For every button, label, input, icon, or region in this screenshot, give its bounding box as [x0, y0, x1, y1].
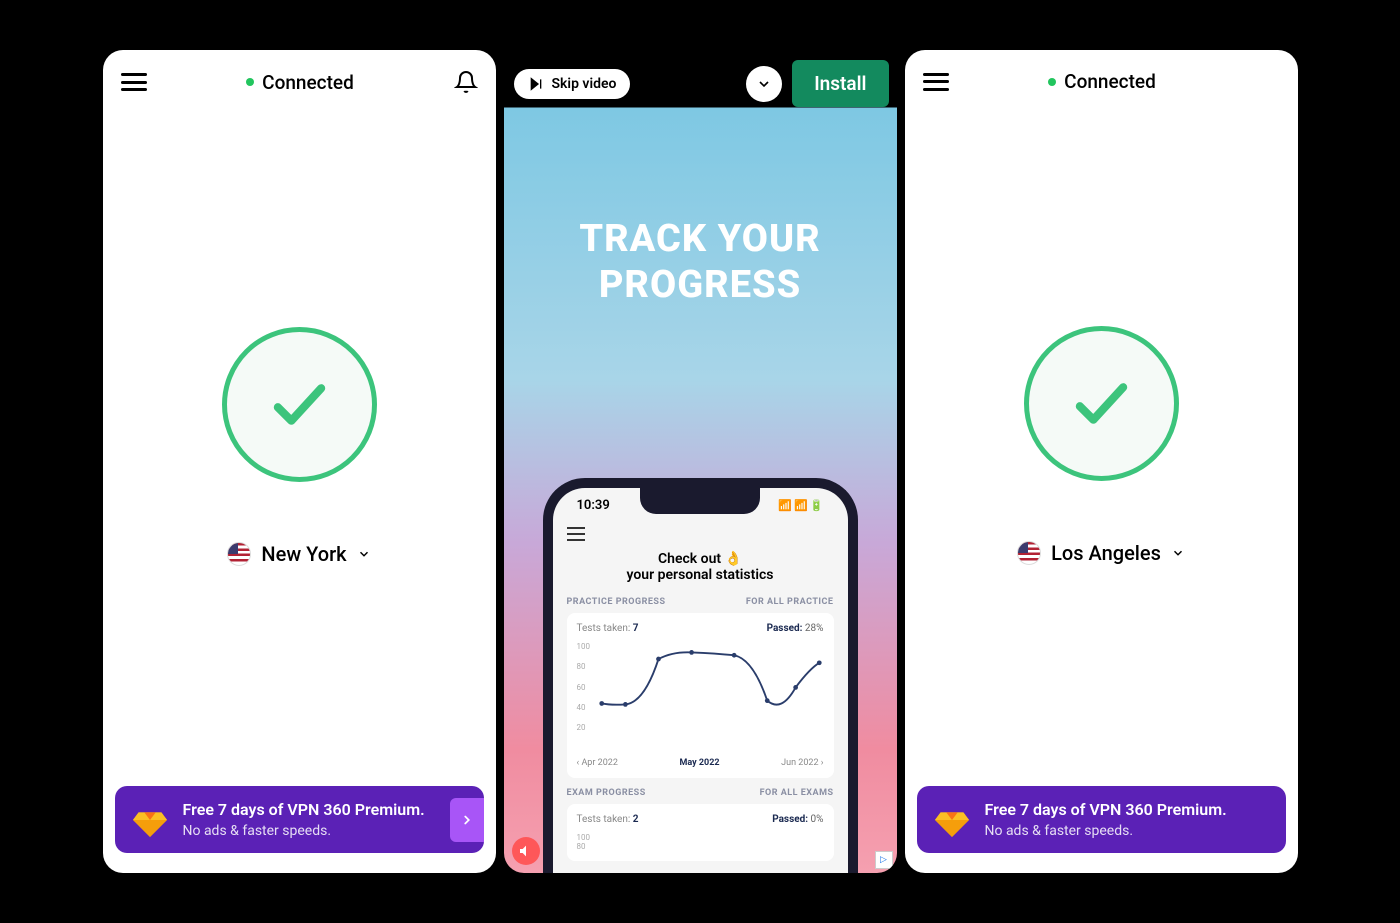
collapse-button[interactable]: [746, 66, 782, 102]
bell-icon[interactable]: [454, 70, 478, 94]
main-content: New York: [103, 106, 496, 786]
premium-banner[interactable]: Free 7 days of VPN 360 Premium. No ads &…: [917, 786, 1286, 853]
banner-arrow-button[interactable]: [450, 798, 484, 842]
phone-notch: [640, 488, 760, 514]
menu-icon[interactable]: [121, 73, 147, 91]
header: Connected: [905, 50, 1298, 105]
banner-text: Free 7 days of VPN 360 Premium. No ads &…: [183, 800, 468, 839]
banner-title: Free 7 days of VPN 360 Premium.: [183, 800, 468, 821]
month-prev[interactable]: ‹ Apr 2022: [577, 758, 618, 768]
practice-progress: PRACTICE PROGRESS FOR ALL PRACTICE Tests…: [567, 597, 834, 778]
exam-for: FOR ALL EXAMS: [760, 788, 834, 798]
month-next[interactable]: Jun 2022 ›: [781, 758, 823, 768]
diamond-icon: [131, 801, 169, 839]
phone-menu-icon: [567, 527, 585, 541]
connection-status: Connected: [1048, 70, 1156, 93]
location-selector[interactable]: New York: [227, 542, 370, 566]
main-content: Los Angeles: [905, 105, 1298, 786]
banner-subtitle: No ads & faster speeds.: [985, 823, 1270, 839]
us-flag-icon: [227, 542, 251, 566]
banner-title: Free 7 days of VPN 360 Premium.: [985, 800, 1270, 821]
header: Connected: [103, 50, 496, 106]
status-dot-icon: [1048, 78, 1056, 86]
banner-subtitle: No ads & faster speeds.: [183, 823, 468, 839]
skip-label: Skip video: [552, 76, 617, 92]
location-name: Los Angeles: [1051, 541, 1161, 565]
screen-vpn-la: Connected Los Angeles Free 7 days of VPN…: [905, 50, 1298, 873]
install-button[interactable]: Install: [792, 60, 888, 107]
diamond-icon: [933, 801, 971, 839]
ad-controls: Skip video Install: [504, 50, 897, 117]
practice-chart: 10080604020: [577, 642, 824, 752]
phone-mockup: 10:39 📶📶🔋 Check out 👌 your personal stat…: [504, 308, 897, 873]
exam-title: EXAM PROGRESS: [567, 788, 646, 798]
skip-icon: [528, 76, 544, 92]
menu-icon[interactable]: [923, 73, 949, 91]
location-name: New York: [261, 542, 346, 566]
chevron-down-icon: [1171, 546, 1185, 560]
status-dot-icon: [246, 78, 254, 86]
skip-video-button[interactable]: Skip video: [514, 69, 631, 99]
phone-time: 10:39: [577, 498, 610, 513]
exam-progress: EXAM PROGRESS FOR ALL EXAMS Tests taken:…: [567, 788, 834, 861]
ad-badge-icon[interactable]: ▷: [875, 851, 893, 869]
statusbar-icons: 📶📶🔋: [778, 499, 823, 512]
phone-heading: Check out 👌 your personal statistics: [567, 551, 834, 583]
screen-vpn-newyork: Connected New York Free 7 days of VPN 36…: [103, 50, 496, 873]
month-current: May 2022: [680, 758, 720, 768]
practice-for: FOR ALL PRACTICE: [746, 597, 834, 607]
sound-icon[interactable]: [512, 837, 540, 865]
month-nav: ‹ Apr 2022 May 2022 Jun 2022 ›: [577, 752, 824, 768]
screen-ad: Skip video Install TRACK YOUR PROGRESS 1…: [504, 50, 897, 873]
us-flag-icon: [1017, 541, 1041, 565]
banner-text: Free 7 days of VPN 360 Premium. No ads &…: [985, 800, 1270, 839]
ad-headline: TRACK YOUR PROGRESS: [504, 217, 897, 308]
status-text: Connected: [1064, 70, 1156, 93]
connected-check-icon[interactable]: [1024, 326, 1179, 481]
practice-title: PRACTICE PROGRESS: [567, 597, 666, 607]
connection-status: Connected: [246, 71, 354, 94]
chevron-down-icon: [357, 547, 371, 561]
status-text: Connected: [262, 71, 354, 94]
location-selector[interactable]: Los Angeles: [1017, 541, 1185, 565]
connected-check-icon[interactable]: [222, 327, 377, 482]
premium-banner[interactable]: Free 7 days of VPN 360 Premium. No ads &…: [115, 786, 484, 853]
